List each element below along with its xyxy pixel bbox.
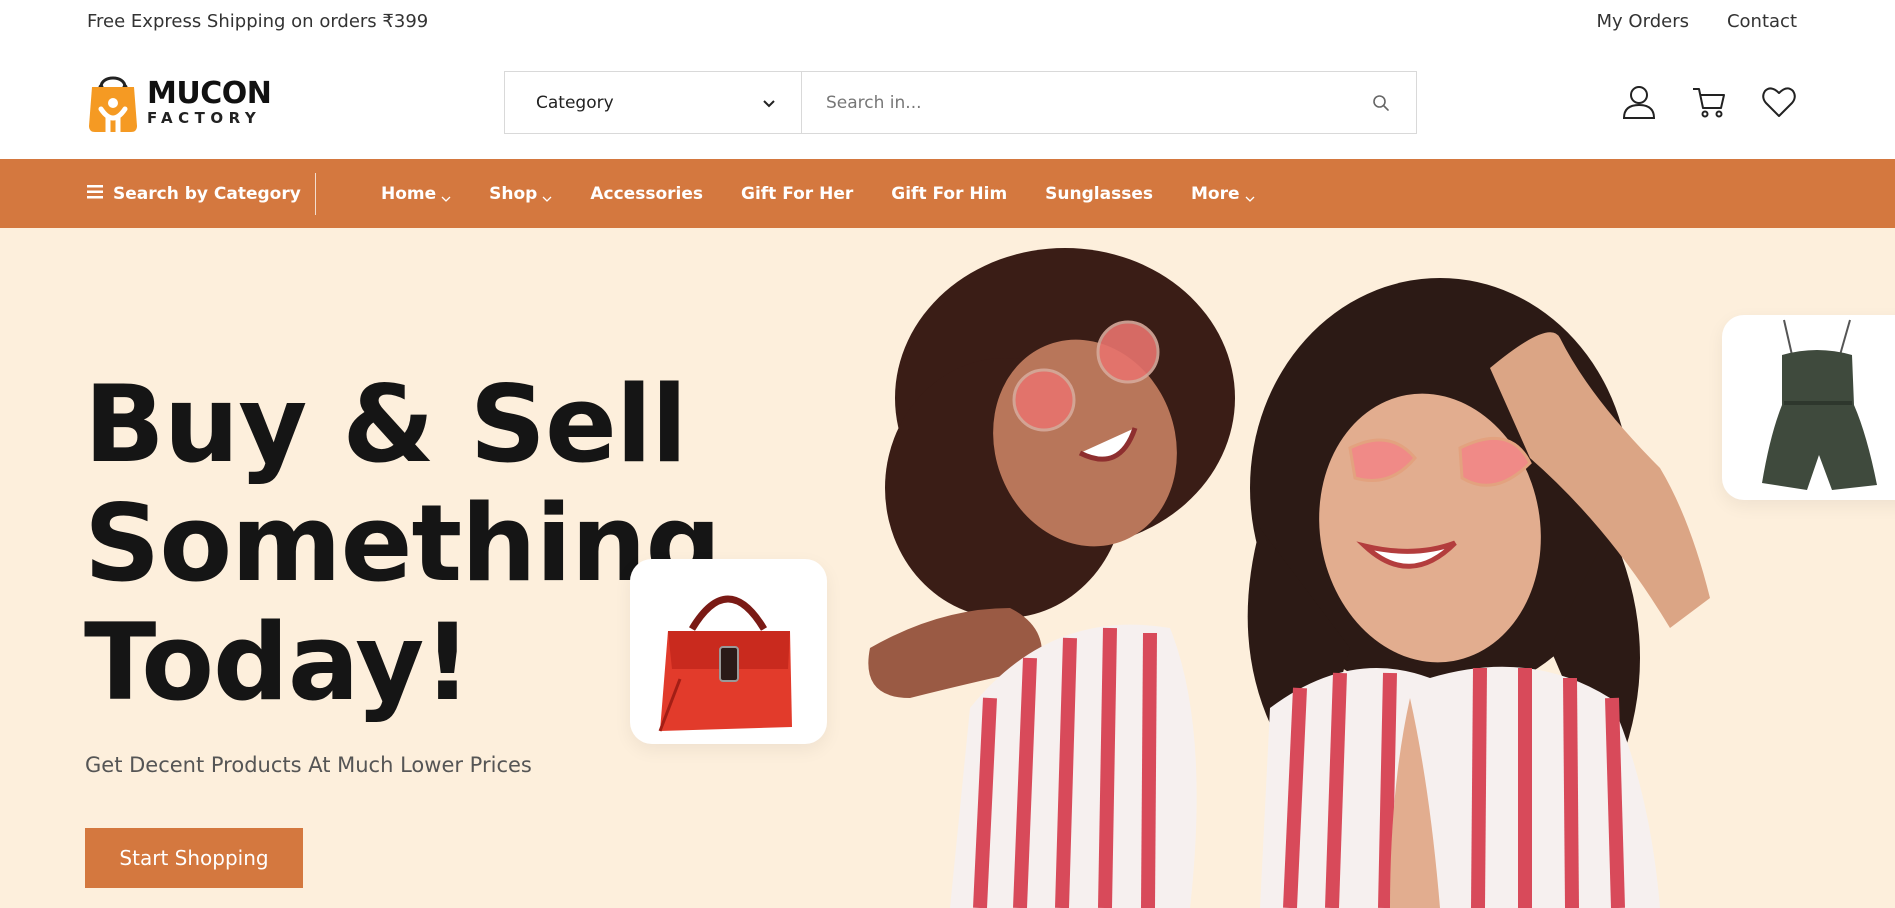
cart-icon[interactable]	[1691, 84, 1727, 120]
nav-item-label: Sunglasses	[1045, 183, 1153, 204]
top-bar: Free Express Shipping on orders ₹399 My …	[0, 0, 1895, 44]
nav-item-gift-for-her[interactable]: Gift For Her	[741, 184, 853, 204]
hero-subtext: Get Decent Products At Much Lower Prices	[85, 753, 532, 777]
green-romper-image	[1762, 319, 1877, 490]
nav-item-label: More	[1190, 183, 1240, 204]
main-nav: Search by Category Home Shop Accessories…	[0, 159, 1895, 228]
nav-item-shop[interactable]: Shop	[489, 184, 552, 204]
nav-item-label: Gift For Her	[740, 183, 854, 204]
headline-line: Something	[84, 482, 721, 605]
nav-item-more[interactable]: More	[1191, 184, 1255, 204]
site-header: MUCON FACTORY Category	[0, 44, 1895, 159]
shopping-bag-logo-icon	[87, 71, 139, 133]
nav-item-home[interactable]: Home	[381, 184, 451, 204]
hero-banner: Buy & Sell Something Today! Get Decent P…	[0, 228, 1895, 908]
category-select[interactable]: Category	[505, 72, 802, 133]
hero-headline: Buy & Sell Something Today!	[84, 363, 721, 724]
romper-product-card[interactable]	[1722, 315, 1895, 500]
headline-line: Buy & Sell	[84, 363, 688, 486]
nav-item-accessories[interactable]: Accessories	[590, 184, 703, 204]
nav-item-label: Home	[381, 183, 437, 204]
search-bar: Category	[504, 71, 1417, 134]
search-by-category-button[interactable]: Search by Category	[87, 159, 301, 228]
nav-item-label: Accessories	[590, 183, 703, 204]
nav-item-sunglasses[interactable]: Sunglasses	[1045, 184, 1153, 204]
logo-line-2: FACTORY	[147, 108, 262, 127]
handbag-product-card[interactable]	[630, 559, 827, 744]
account-icon[interactable]	[1621, 84, 1657, 120]
site-logo[interactable]: MUCON FACTORY	[87, 71, 272, 133]
headline-line: Today!	[84, 601, 472, 724]
nav-divider	[315, 173, 316, 215]
search-icon[interactable]	[1346, 72, 1416, 133]
nav-item-label: Shop	[489, 183, 538, 204]
contact-link[interactable]: Contact	[1727, 11, 1797, 32]
logo-wordmark: MUCON FACTORY	[147, 75, 272, 127]
chevron-down-icon	[542, 189, 552, 202]
my-orders-link[interactable]: My Orders	[1597, 11, 1689, 32]
wishlist-heart-icon[interactable]	[1761, 84, 1797, 120]
header-icons	[1621, 84, 1797, 120]
chevron-down-icon	[1245, 189, 1255, 202]
hamburger-menu-icon	[87, 184, 103, 204]
nav-menu: Home Shop Accessories Gift For Her Gift …	[381, 159, 1255, 228]
start-shopping-button[interactable]: Start Shopping	[85, 828, 303, 888]
search-by-category-label: Search by Category	[113, 183, 301, 204]
red-handbag-image	[658, 595, 792, 732]
nav-item-gift-for-him[interactable]: Gift For Him	[891, 184, 1007, 204]
search-input[interactable]	[802, 72, 1346, 133]
top-links: My Orders Contact	[1597, 11, 1797, 32]
category-select-label: Category	[536, 92, 614, 113]
nav-item-label: Gift For Him	[891, 183, 1008, 204]
chevron-down-icon	[441, 189, 451, 202]
shipping-notice: Free Express Shipping on orders ₹399	[87, 11, 429, 32]
chevron-down-icon	[763, 93, 775, 113]
logo-line-1: MUCON	[147, 75, 272, 111]
